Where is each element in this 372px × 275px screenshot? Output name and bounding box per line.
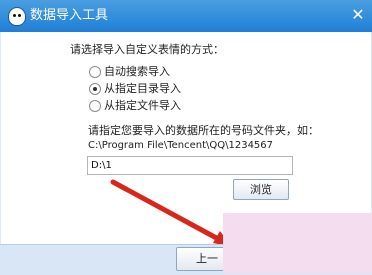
cropped-overlay xyxy=(223,213,372,274)
import-tool-window: 数据导入工具 ✕ 请选择导入自定义表情的方式： 自动搜索导入 从指定目录导入 从… xyxy=(0,0,372,275)
